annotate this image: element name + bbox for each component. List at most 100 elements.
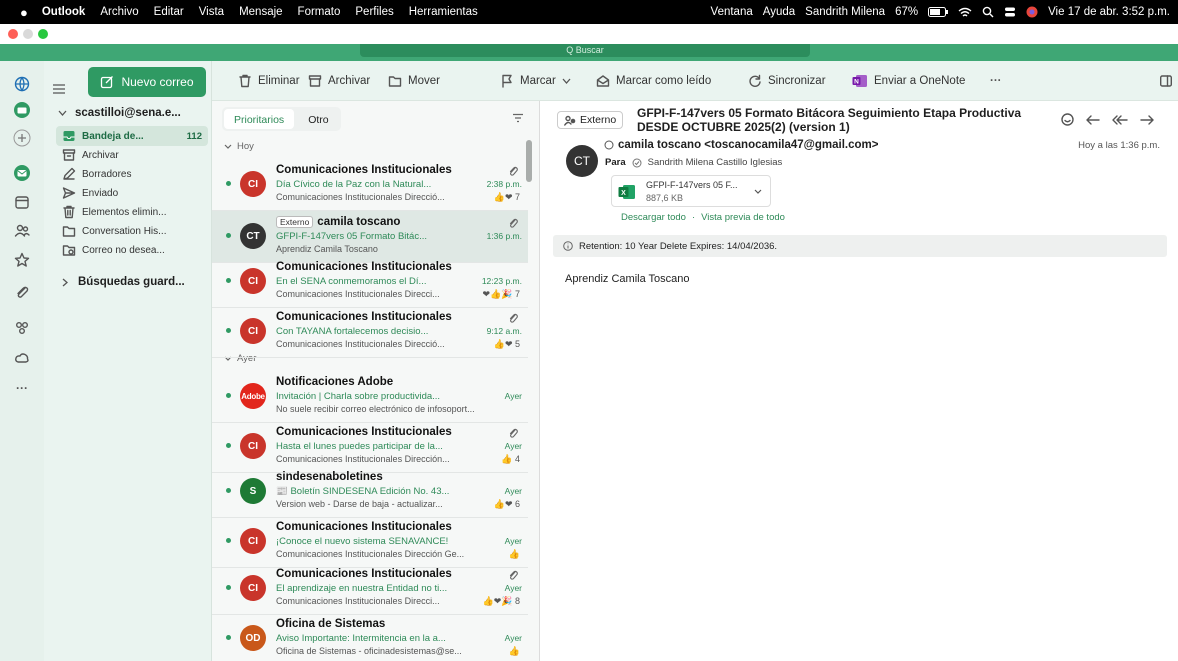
recipient-name[interactable]: Sandrith Milena Castillo Iglesias [648,157,783,168]
recipient-line: Para Sandrith Milena Castillo Iglesias [605,157,782,168]
globe-icon[interactable] [13,75,31,93]
folder-conversation-history[interactable]: Conversation His... [62,221,166,241]
mark-read-button[interactable]: Marcar como leído [596,61,711,101]
new-mail-button[interactable]: Nuevo correo [88,67,206,97]
menu-editar[interactable]: Editar [154,6,184,18]
briefcase-icon[interactable] [13,101,31,119]
cloud-link-icon[interactable] [13,349,31,367]
menu-formato[interactable]: Formato [298,6,341,18]
battery-icon[interactable] [928,7,949,17]
menu-mensaje[interactable]: Mensaje [239,6,282,18]
attachment-icon [508,427,518,439]
list-scrollbar[interactable] [526,140,532,182]
menu-ventana[interactable]: Ventana [711,6,753,18]
message-row[interactable]: CI Comunicaciones Institucionales En el SE… [212,256,528,308]
retention-banner: Retention: 10 Year Delete Expires: 14/04… [553,235,1167,257]
attachment-icon [508,217,518,229]
message-row[interactable]: CI Comunicaciones Institucionales Día Cívi… [212,159,528,211]
control-center-icon[interactable] [1004,6,1016,18]
reading-pane-toggle-icon[interactable] [1160,61,1172,101]
spotlight-icon[interactable] [982,6,994,18]
people-icon[interactable] [13,221,31,239]
archive-button[interactable]: Archivar [308,61,370,101]
forward-icon[interactable] [1140,114,1154,126]
folder-deleted[interactable]: Elementos elimin... [63,202,166,222]
message-row[interactable]: CI Comunicaciones Institucionales ¡Conoce … [212,516,528,568]
pencil-icon [62,167,76,181]
message-subject: GFPI-F-147vers 05 Formato Bitác... [276,231,427,242]
chevron-down-icon [58,110,67,116]
send-to-onenote-button[interactable]: N Enviar a OneNote [852,61,965,101]
message-sender: Comunicaciones Institucionales [276,311,452,323]
add-account-icon[interactable] [13,129,31,147]
reply-all-icon[interactable] [1112,114,1128,126]
star-icon[interactable] [13,251,31,269]
download-all-link[interactable]: Descargar todo [621,212,686,223]
menu-ayuda[interactable]: Ayuda [763,6,795,18]
minimize-window-button[interactable] [23,29,33,39]
chevron-down-icon[interactable] [562,78,571,84]
message-time: Ayer [504,391,522,401]
siri-icon[interactable] [1026,6,1038,18]
zoom-window-button[interactable] [38,29,48,39]
mail-icon[interactable] [13,164,31,182]
calendar-icon[interactable] [13,193,31,211]
email-body: Aprendiz Camila Toscano [565,273,690,285]
tab-focused[interactable]: Prioritarios [224,109,295,129]
chevron-down-icon[interactable] [754,189,762,194]
sync-button[interactable]: Sincronizar [748,61,826,101]
message-row[interactable]: CI Comunicaciones Institucionales Con TAYA… [212,306,528,358]
message-row[interactable]: CI Comunicaciones Institucionales El apren… [212,563,528,615]
message-row[interactable]: Adobe Notificaciones Adobe Invitación | Ch… [212,371,528,423]
sender-name: camila toscano <toscanocamila47@gmail.co… [618,139,879,151]
folder-sent[interactable]: Enviado [62,183,118,203]
more-apps-icon[interactable]: ··· [13,379,31,397]
menu-user[interactable]: Sandrith Milena [805,6,885,18]
menu-app-name[interactable]: Outlook [42,6,85,18]
folder-junk[interactable]: Correo no desea... [62,240,165,260]
search-input[interactable]: Q Buscar [360,44,810,57]
more-options-button[interactable]: ··· [990,61,1002,101]
reactions-count: 👍❤ 7 [493,192,520,202]
unread-dot [226,233,231,238]
section-today[interactable]: Hoy [224,141,254,152]
folder-archive[interactable]: Archivar [62,145,119,165]
menu-datetime[interactable]: Vie 17 de abr. 3:52 p.m. [1048,6,1170,18]
preview-all-link[interactable]: Vista previa de todo [701,212,785,223]
delete-button[interactable]: Eliminar [238,61,300,101]
message-sender: Comunicaciones Institucionales [276,261,452,273]
delete-label: Eliminar [258,75,300,87]
tab-other[interactable]: Otro [298,109,338,129]
message-sender: Comunicaciones Institucionales [276,426,452,438]
menu-perfiles[interactable]: Perfiles [355,6,393,18]
account-header[interactable]: scastilloi@sena.e... [58,107,208,119]
folder-label: Bandeja de... [82,130,144,142]
flag-button[interactable]: Marcar [500,61,571,101]
envelope-open-icon [596,74,610,88]
saved-searches[interactable]: Búsquedas guard... [62,276,185,288]
wifi-icon[interactable] [958,7,972,18]
filter-icon[interactable] [512,113,524,123]
menu-herramientas[interactable]: Herramientas [409,6,478,18]
message-row[interactable]: OD Oficina de Sistemas Aviso Importante: I… [212,613,528,661]
reply-icon[interactable] [1086,114,1100,126]
move-button[interactable]: Mover [388,61,440,101]
apps-icon[interactable] [13,319,31,337]
sender-line[interactable]: camila toscano <toscanocamila47@gmail.co… [604,139,879,151]
attachment-card[interactable]: X GFPI-F-147vers 05 F... 887,6 KB [611,175,771,207]
close-window-button[interactable] [8,29,18,39]
menu-vista[interactable]: Vista [199,6,224,18]
sender-avatar[interactable]: CT [566,145,598,177]
message-row[interactable]: Ssindesenaboletines 📰 Boletín SINDESENA E… [212,466,528,518]
message-subject: 📰 Boletín SINDESENA Edición No. 43... [276,486,450,497]
attachment-icon[interactable] [13,283,31,301]
hamburger-menu-icon[interactable] [52,83,66,95]
message-preview: Comunicaciones Institucionales Dirección… [276,454,450,464]
emoji-react-icon[interactable] [1061,113,1074,126]
menu-archivo[interactable]: Archivo [100,6,138,18]
folder-drafts[interactable]: Borradores [63,164,131,184]
apple-icon[interactable]: ● [20,5,28,20]
trash-icon [238,74,252,88]
email-subject: GFPI-F-147vers 05 Formato Bitácora Segui… [637,106,1022,134]
folder-inbox[interactable]: Bandeja de... 112 [63,126,202,146]
